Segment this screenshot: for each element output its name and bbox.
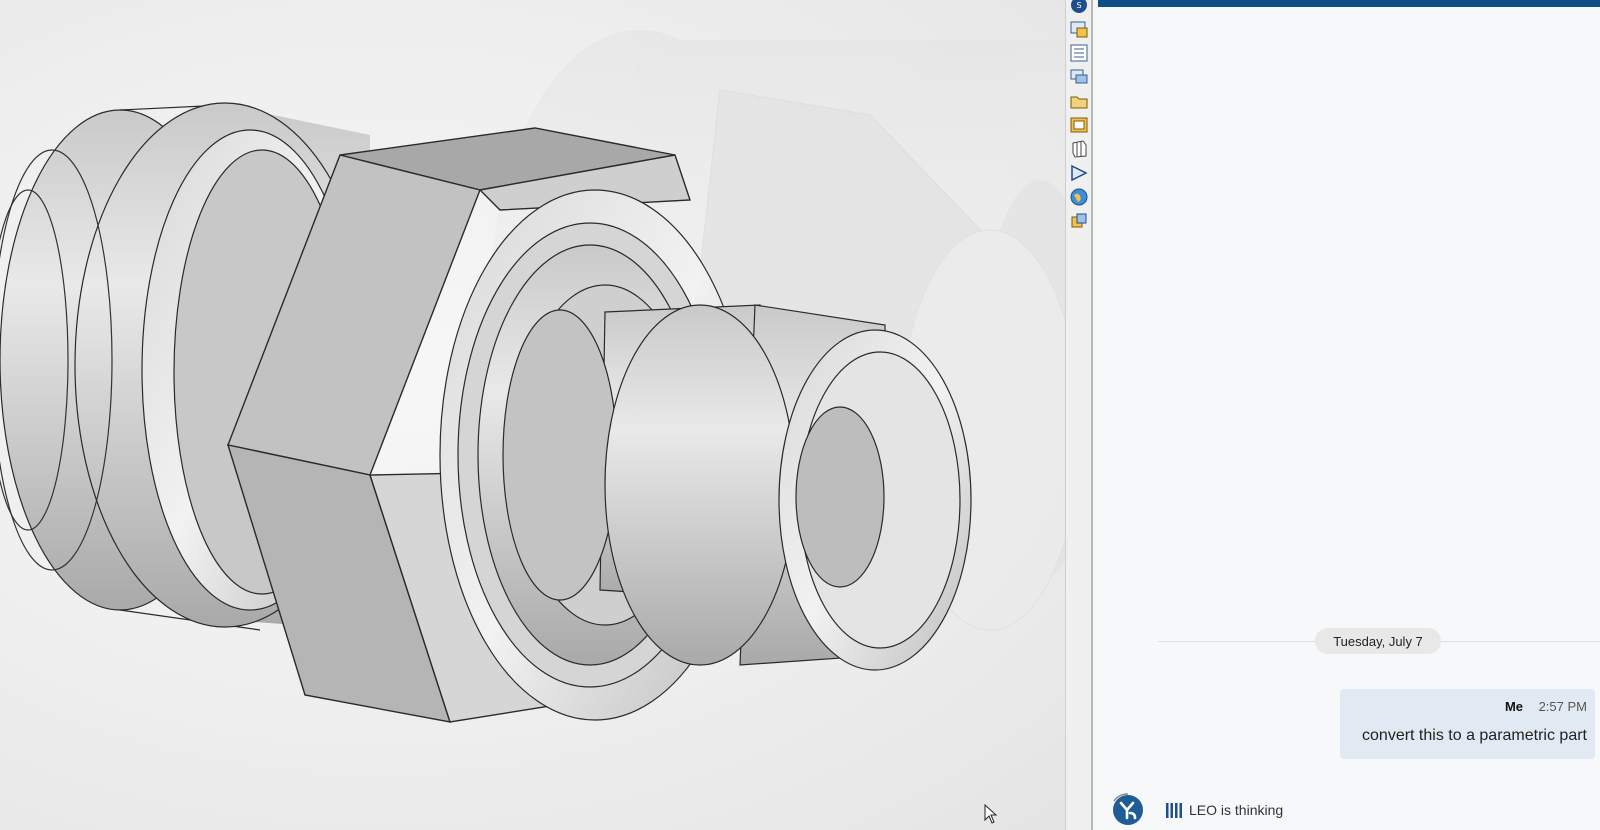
design-library-icon[interactable]: [1068, 42, 1090, 64]
view-palette-icon[interactable]: [1068, 114, 1090, 136]
thinking-indicator-icon: [1166, 803, 1182, 818]
forum-icon[interactable]: [1068, 66, 1090, 88]
appearances-icon[interactable]: [1068, 138, 1090, 160]
leo-chat-panel: Tuesday, July 7 Me 2:57 PM convert this …: [1093, 0, 1600, 830]
message-time: 2:57 PM: [1538, 699, 1587, 714]
cad-model-fitting: [0, 30, 1091, 723]
sustainability-icon[interactable]: [1068, 210, 1090, 232]
date-separator: Tuesday, July 7: [1315, 628, 1441, 654]
mouse-cursor-icon: [984, 804, 998, 824]
front-tube: [604, 304, 972, 671]
custom-properties-icon[interactable]: [1068, 162, 1090, 184]
chat-header-bar: [1098, 0, 1600, 7]
solidworks-resources-icon[interactable]: S: [1068, 0, 1090, 16]
3d-content-central-icon[interactable]: [1068, 18, 1090, 40]
user-message-bubble: Me 2:57 PM convert this to a parametric …: [1340, 689, 1595, 759]
file-explorer-icon[interactable]: [1068, 90, 1090, 112]
globe-icon[interactable]: [1068, 186, 1090, 208]
task-pane-tabs: S: [1065, 0, 1092, 830]
svg-text:S: S: [1076, 1, 1081, 10]
3d-viewport[interactable]: [0, 0, 1091, 830]
message-text: convert this to a parametric part: [1362, 727, 1587, 744]
message-sender: Me: [1504, 699, 1523, 714]
assistant-status-text: LEO is thinking: [1189, 802, 1284, 818]
leo-avatar-icon: [1113, 793, 1143, 825]
